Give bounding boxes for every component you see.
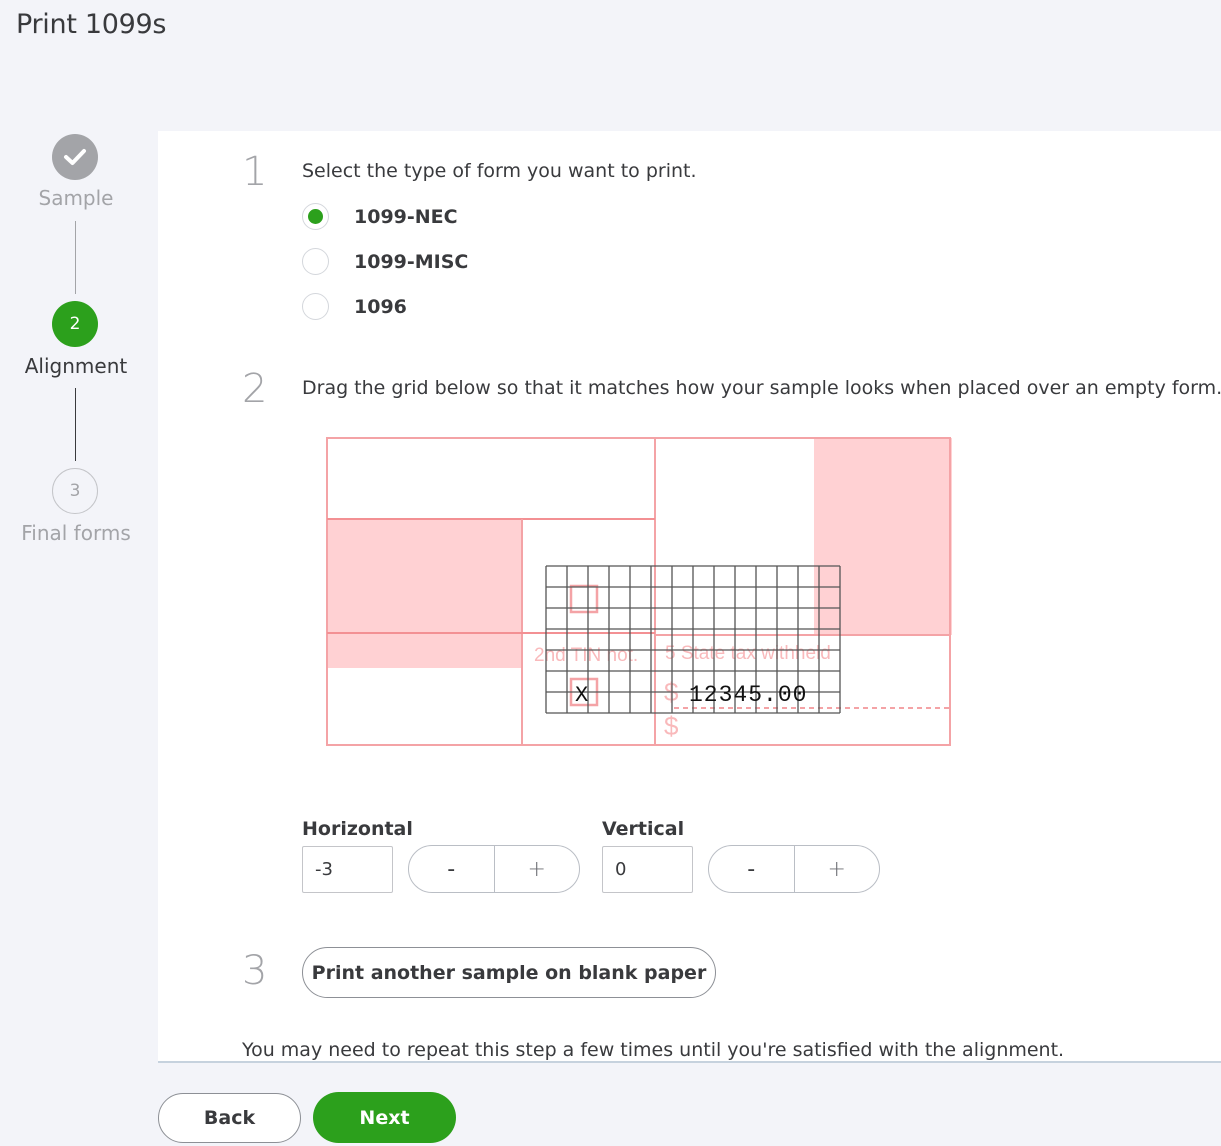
step-sample-complete bbox=[52, 134, 98, 180]
step-label-alignment: Alignment bbox=[24, 354, 128, 378]
alignment-card: 1 Select the type of form you want to pr… bbox=[158, 131, 1221, 1063]
page-title: Print 1099s bbox=[16, 9, 167, 40]
form-label-tin-notice: 2nd TIN not. bbox=[534, 645, 638, 666]
horizontal-stepper: - + bbox=[408, 845, 580, 893]
radio-option-1096[interactable]: 1096 bbox=[302, 293, 407, 320]
horizontal-decrease-button[interactable]: - bbox=[409, 846, 495, 892]
form-shaded-box bbox=[814, 438, 952, 635]
section-number: 2 bbox=[242, 366, 268, 412]
radio-label: 1099-MISC bbox=[354, 250, 469, 273]
section-number: 1 bbox=[242, 149, 268, 195]
vertical-decrease-button[interactable]: - bbox=[709, 846, 795, 892]
sample-mark: X bbox=[575, 683, 588, 708]
radio-selected-dot bbox=[308, 209, 323, 224]
back-button[interactable]: Back bbox=[158, 1093, 301, 1143]
section-number: 3 bbox=[242, 948, 268, 994]
vertical-stepper: - + bbox=[708, 845, 880, 893]
radio-label: 1099-NEC bbox=[354, 205, 458, 228]
radio-button[interactable] bbox=[302, 293, 329, 320]
horizontal-increase-button[interactable]: + bbox=[495, 846, 580, 892]
vertical-increase-button[interactable]: + bbox=[795, 846, 880, 892]
radio-option-1099-nec[interactable]: 1099-NEC bbox=[302, 203, 458, 230]
form-label-state-tax: 5 State tax withheld bbox=[665, 643, 831, 664]
horizontal-offset-input[interactable] bbox=[302, 846, 393, 893]
radio-option-1099-misc[interactable]: 1099-MISC bbox=[302, 248, 468, 275]
sample-amount: 12345.00 bbox=[689, 682, 807, 708]
form-dollar-sign: $ bbox=[664, 711, 679, 741]
print-another-sample-button[interactable]: Print another sample on blank paper bbox=[302, 947, 716, 998]
step-label-sample: Sample bbox=[38, 186, 114, 210]
drag-grid-instruction: Drag the grid below so that it matches h… bbox=[302, 377, 1221, 399]
radio-button[interactable] bbox=[302, 248, 329, 275]
next-button[interactable]: Next bbox=[313, 1092, 456, 1143]
form-shaded-box bbox=[327, 520, 522, 668]
radio-button[interactable] bbox=[302, 203, 329, 230]
step-alignment-active: 2 bbox=[52, 301, 98, 347]
alignment-preview: 2nd TIN not. 5 State tax withheld $ $ X … bbox=[326, 437, 952, 747]
step-connector bbox=[75, 221, 76, 294]
step-number: 2 bbox=[69, 314, 81, 334]
horizontal-label: Horizontal bbox=[302, 818, 413, 840]
repeat-note: You may need to repeat this step a few t… bbox=[242, 1039, 1065, 1061]
form-preview-svg: 2nd TIN not. 5 State tax withheld $ $ X … bbox=[326, 437, 952, 746]
vertical-offset-input[interactable] bbox=[602, 846, 693, 893]
step-final-forms: 3 bbox=[52, 468, 98, 514]
check-icon bbox=[64, 149, 86, 165]
step-connector bbox=[75, 388, 76, 461]
step-label-final-forms: Final forms bbox=[21, 521, 131, 545]
form-type-instruction: Select the type of form you want to prin… bbox=[302, 160, 697, 182]
radio-label: 1096 bbox=[354, 295, 407, 318]
step-number: 3 bbox=[69, 481, 81, 501]
vertical-label: Vertical bbox=[602, 818, 685, 840]
